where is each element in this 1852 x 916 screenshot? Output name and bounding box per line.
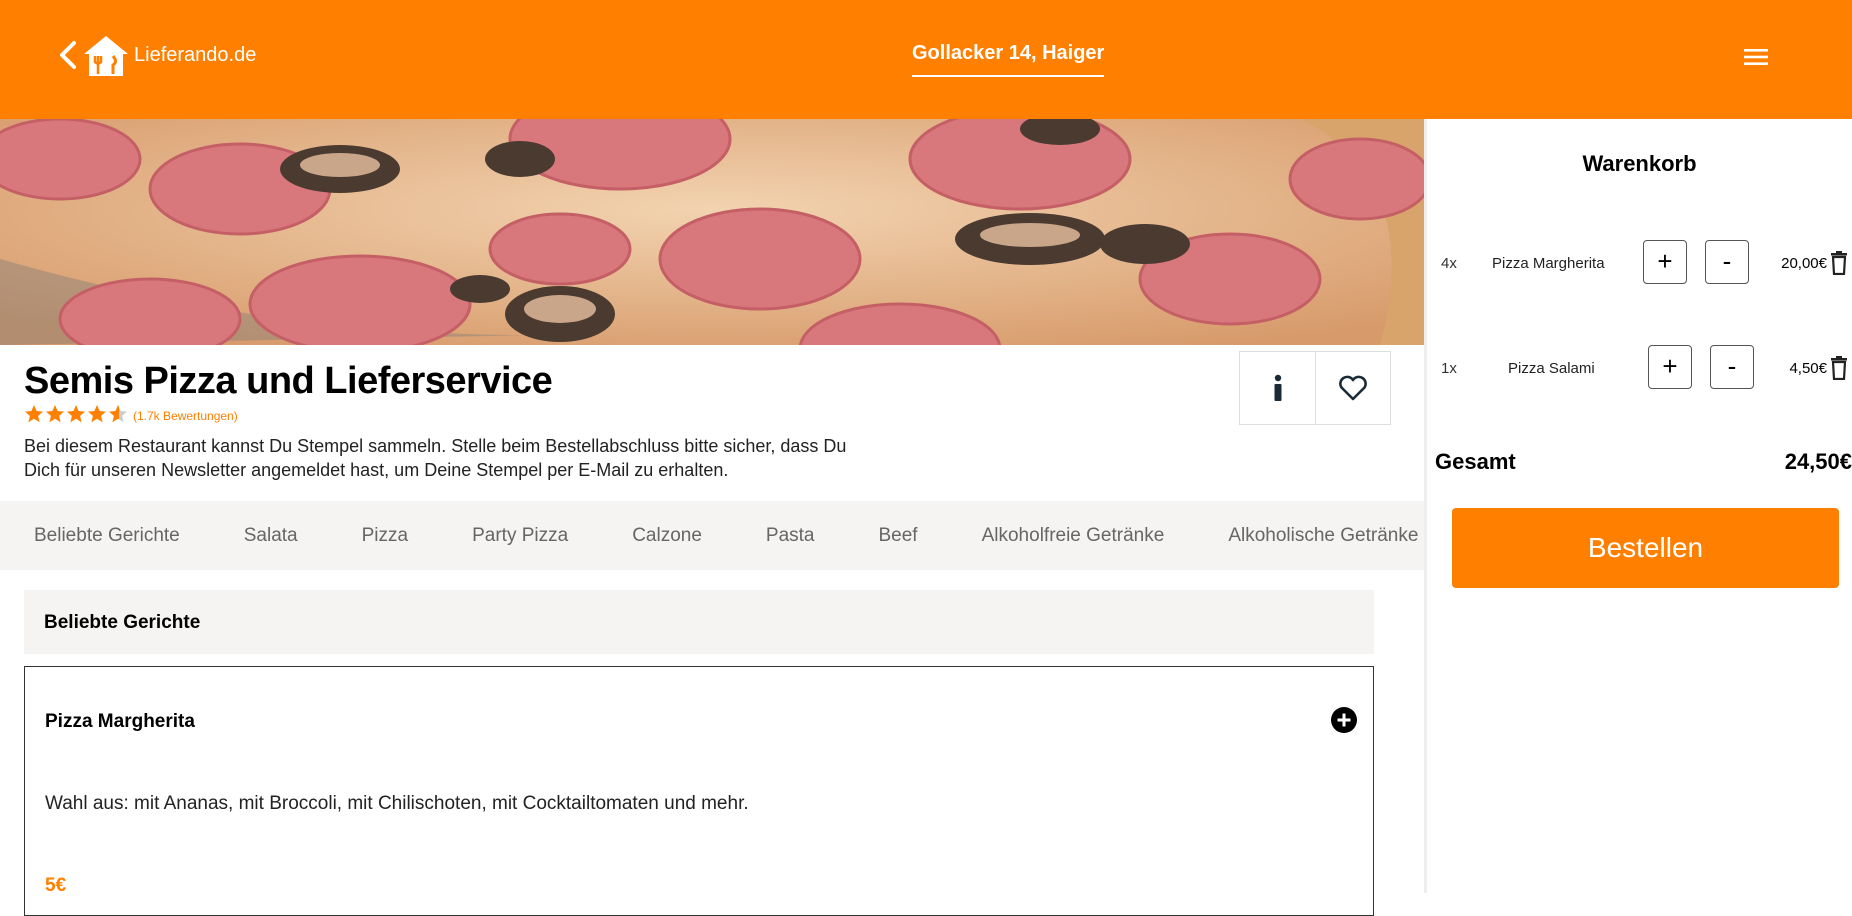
cart-item-price: 20,00€ [1781,255,1827,272]
menu-item-price: 5€ [45,875,67,896]
cart-item-name: Pizza Margherita [1492,255,1605,272]
order-button[interactable]: Bestellen [1452,508,1839,588]
increase-qty-button[interactable]: + [1648,345,1692,389]
pizza-image [0,119,1424,345]
cart-item-name: Pizza Salami [1508,360,1595,377]
total-value: 24,50€ [1784,449,1852,474]
top-header: Lieferando.de Gollacker 14, Haiger [0,0,1852,119]
rating-stars-icon [25,405,127,423]
delivery-address[interactable]: Gollacker 14, Haiger [912,42,1105,77]
decrease-qty-button[interactable]: - [1710,345,1754,389]
category-tab[interactable]: Alkoholische Getränke [1228,525,1418,547]
category-tab[interactable]: Party Pizza [472,525,568,547]
decrease-qty-button[interactable]: - [1705,240,1749,284]
total-label: Gesamt [1435,449,1516,474]
restaurant-name: Semis Pizza und Lieferservice [24,360,553,402]
favorite-button[interactable] [1315,352,1390,424]
menu-item-name: Pizza Margherita [45,711,195,732]
restaurant-description: Bei diesem Restaurant kannst Du Stempel … [24,436,847,480]
cart-item-qty: 1x [1441,360,1457,377]
category-tab[interactable]: Salata [244,525,298,547]
category-tab[interactable]: Pizza [362,525,408,547]
add-item-icon[interactable] [1331,707,1357,733]
cart-title: Warenkorb [1582,151,1697,176]
category-tab[interactable]: Beef [879,525,918,547]
category-tab[interactable]: Calzone [632,525,702,547]
category-nav: Beliebte Gerichte Salata Pizza Party Piz… [0,501,1424,570]
increase-qty-button[interactable]: + [1643,240,1687,284]
info-icon [1274,374,1281,401]
restaurant-hero-image [0,119,1424,345]
cart-item-qty: 4x [1441,255,1457,272]
category-tab[interactable]: Beliebte Gerichte [34,525,180,547]
restaurant-actions [1239,351,1391,425]
cart-item: 1x Pizza Salami + - 4,50€ [1427,345,1852,391]
cart-item-price: 4,50€ [1789,360,1827,377]
hamburger-menu-icon[interactable] [1744,48,1768,66]
menu-item-description: Wahl aus: mit Ananas, mit Broccoli, mit … [45,793,749,814]
trash-icon[interactable] [1830,251,1848,275]
cart-item: 4x Pizza Margherita + - 20,00€ [1427,240,1852,286]
menu-item-card[interactable]: Pizza Margherita Wahl aus: mit Ananas, m… [24,666,1374,916]
brand-name[interactable]: Lieferando.de [134,44,256,67]
back-arrow-icon[interactable] [56,40,80,70]
category-tab[interactable]: Alkoholfreie Getränke [982,525,1165,547]
cart-panel: Warenkorb 4x Pizza Margherita + - 20,00€… [1424,119,1852,893]
trash-icon[interactable] [1830,356,1848,380]
category-tab[interactable]: Pasta [766,525,815,547]
info-button[interactable] [1240,352,1315,424]
lieferando-logo-icon[interactable] [82,34,130,78]
rating-count[interactable]: (1.7k Bewertungen) [133,409,238,423]
heart-icon [1339,375,1367,401]
menu-section-title: Beliebte Gerichte [24,590,1374,654]
